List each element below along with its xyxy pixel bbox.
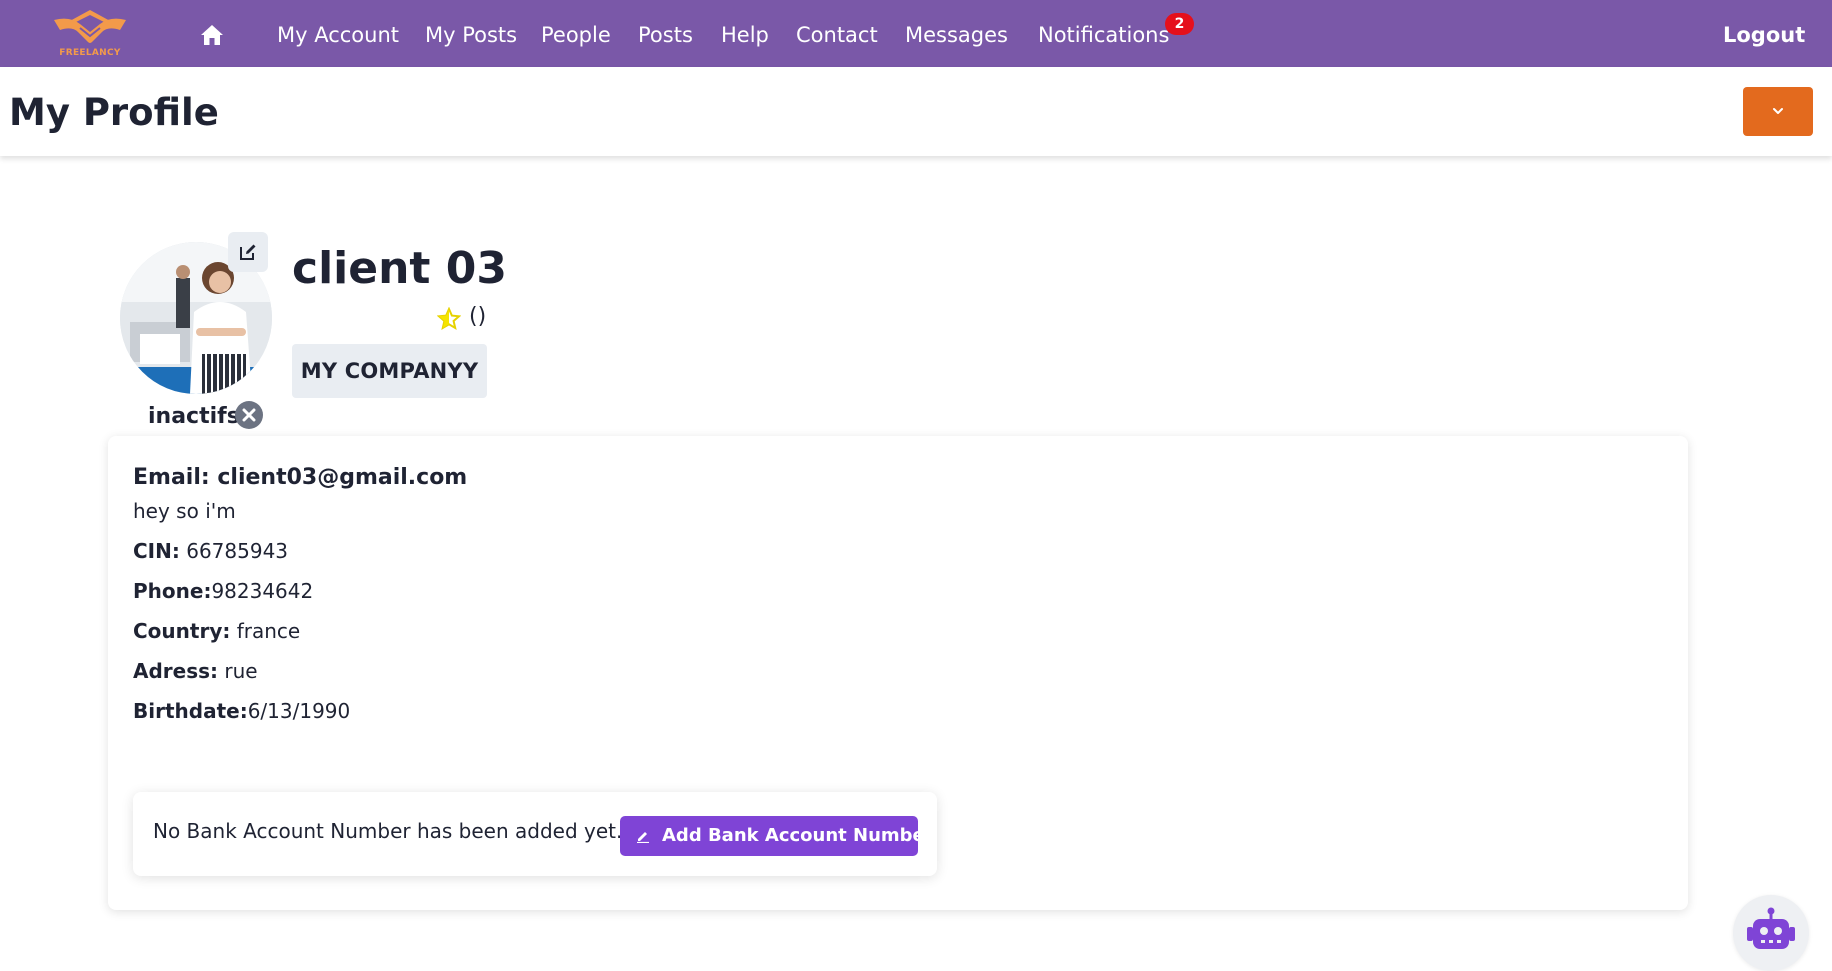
profile-name: client 03 (292, 243, 507, 294)
address-value: rue (224, 659, 258, 683)
birthdate-label: Birthdate: (133, 699, 248, 723)
cin-row: CIN: 66785943 (133, 538, 288, 564)
company-button[interactable]: MY COMPANYY (292, 344, 487, 398)
email-label: Email: (133, 465, 210, 490)
phone-value: 98234642 (211, 579, 314, 603)
close-circle-icon[interactable] (234, 400, 264, 430)
bio-text: hey so i'm (133, 499, 236, 523)
nav-my-account[interactable]: My Account (277, 22, 399, 48)
chatbot-button[interactable] (1733, 895, 1809, 971)
cin-label: CIN: (133, 539, 180, 563)
country-label: Country: (133, 619, 231, 643)
freelancy-logo[interactable]: FREELANCY (50, 6, 130, 62)
logout-button[interactable]: Logout (1723, 22, 1805, 48)
nav-help[interactable]: Help (721, 22, 769, 48)
nav-people[interactable]: People (541, 22, 611, 48)
nav-posts[interactable]: Posts (638, 22, 693, 48)
country-value: france (236, 619, 301, 643)
email-row: Email: client03@gmail.com (133, 465, 467, 491)
handshake-logo-icon (54, 10, 126, 43)
page-header: My Profile (0, 67, 1832, 156)
pencil-icon (637, 832, 649, 843)
cin-value: 66785943 (186, 539, 289, 563)
add-bank-account-button[interactable]: Add Bank Account Number (620, 816, 934, 856)
page-title: My Profile (9, 91, 219, 134)
actions-dropdown-button[interactable] (1743, 87, 1813, 136)
notifications-badge: 2 (1165, 13, 1194, 35)
bank-account-message: No Bank Account Number has been added ye… (153, 819, 623, 843)
phone-label: Phone: (133, 579, 212, 603)
logo-text: FREELANCY (59, 48, 121, 58)
birthdate-value: 6/13/1990 (247, 699, 351, 723)
address-row: Adress: rue (133, 658, 258, 684)
edit-icon (240, 244, 256, 260)
phone-row: Phone:98234642 (133, 578, 313, 604)
country-row: Country: france (133, 618, 300, 644)
edit-avatar-button[interactable] (228, 232, 268, 272)
account-status: inactifs (148, 404, 240, 429)
home-icon[interactable] (200, 24, 224, 46)
rating-count: () (469, 304, 487, 329)
address-label: Adress: (133, 659, 219, 683)
nav-notifications[interactable]: Notifications (1038, 22, 1169, 48)
email-value: client03@gmail.com (217, 465, 468, 490)
birthdate-row: Birthdate:6/13/1990 (133, 698, 350, 724)
nav-contact[interactable]: Contact (796, 22, 878, 48)
nav-messages[interactable]: Messages (905, 22, 1008, 48)
chevron-down-icon (1773, 108, 1783, 114)
star-half-icon (437, 307, 461, 331)
robot-icon (1747, 907, 1795, 949)
nav-my-posts[interactable]: My Posts (425, 22, 517, 48)
add-bank-account-label: Add Bank Account Number (662, 825, 934, 846)
top-navbar: FREELANCY My Account My Posts People Pos… (0, 0, 1832, 67)
